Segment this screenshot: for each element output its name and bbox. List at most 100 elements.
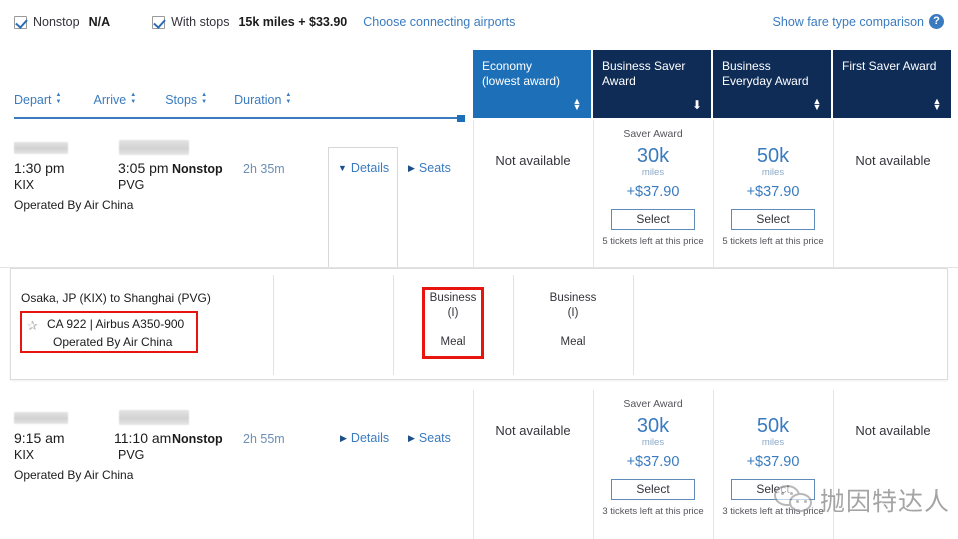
show-fare-type-comparison-link[interactable]: Show fare type comparison xyxy=(773,15,924,29)
sort-arrive-label: Arrive xyxy=(93,93,127,107)
award-cell-business-saver: 30k miles +$37.90 Select 5 tickets left … xyxy=(593,145,713,247)
sort-by-depart[interactable]: Depart xyxy=(14,92,64,107)
sort-descending-icon[interactable]: ⬇ xyxy=(692,98,702,112)
select-button[interactable]: Select xyxy=(611,209,695,230)
panel-divider xyxy=(513,275,514,375)
cabin-meal: Meal xyxy=(440,336,466,348)
sort-updown-icon xyxy=(130,92,138,106)
select-button[interactable]: Select xyxy=(611,479,695,500)
sort-by-duration[interactable]: Duration xyxy=(234,92,293,107)
column-divider xyxy=(713,120,714,268)
tickets-left-text: 5 tickets left at this price xyxy=(722,236,824,247)
details-toggle[interactable]: ▼ Details xyxy=(338,161,389,175)
seats-label: Seats xyxy=(418,431,451,445)
tickets-left-text: 5 tickets left at this price xyxy=(602,236,704,247)
award-cell-first-saver: Not available xyxy=(833,152,953,170)
nonstop-value: N/A xyxy=(88,15,111,29)
fare-type-comparison-control[interactable]: Show fare type comparison ? xyxy=(773,14,944,29)
column-divider xyxy=(593,120,594,268)
sort-updown-icon xyxy=(56,92,64,106)
sort-down-icon xyxy=(933,102,942,112)
operated-by: Operated By Air China xyxy=(14,468,134,482)
duration-value: 2h 35m xyxy=(243,162,285,176)
column-header-first-saver-award[interactable]: First Saver Award xyxy=(833,50,951,118)
column-header-line1: Business xyxy=(722,59,771,73)
arrive-airport: PVG xyxy=(118,448,145,462)
miles-amount: 30k xyxy=(636,145,670,167)
sort-down-icon xyxy=(573,102,582,112)
star-icon: ✰ xyxy=(27,318,38,333)
miles-amount: 30k xyxy=(636,415,670,437)
award-cell-economy: Not available xyxy=(473,152,593,170)
seats-toggle[interactable]: ▶ Seats xyxy=(408,161,451,175)
sort-duration-label: Duration xyxy=(234,93,282,107)
cabin-meal: Meal xyxy=(560,336,586,348)
select-button[interactable]: Select xyxy=(731,479,815,500)
tickets-left-text: 3 tickets left at this price xyxy=(722,506,824,517)
miles-unit: miles xyxy=(761,167,785,178)
column-divider xyxy=(593,390,594,539)
sort-by-arrive[interactable]: Arrive xyxy=(93,92,139,107)
sort-down-icon xyxy=(813,102,822,112)
cash-amount: +$37.90 xyxy=(626,184,680,200)
miles-unit: miles xyxy=(761,437,785,448)
cabin-code: (I) xyxy=(567,307,579,319)
nonstop-label: Nonstop xyxy=(33,15,80,29)
column-divider xyxy=(833,390,834,539)
select-button[interactable]: Select xyxy=(731,209,815,230)
column-divider xyxy=(713,390,714,539)
cabin-cell-business-everyday: Business (I) Meal xyxy=(537,291,609,350)
redacted-carrier-1 xyxy=(14,412,68,424)
watermark-text: 抛因特达人 xyxy=(819,487,950,516)
panel-route: Osaka, JP (KIX) to Shanghai (PVG) xyxy=(21,291,211,305)
details-toggle[interactable]: ▶ Details xyxy=(340,431,389,445)
cabin-code: (I) xyxy=(447,307,459,319)
cash-amount: +$37.90 xyxy=(746,184,800,200)
sort-controls-row: Depart Arrive Stops Duration xyxy=(14,92,464,119)
redacted-carrier-2 xyxy=(119,140,189,155)
award-cell-economy: Not available xyxy=(473,422,593,440)
nonstop-filter[interactable]: Nonstop N/A xyxy=(14,15,110,29)
flight-award-results-page: Nonstop N/A With stops 15k miles + $33.9… xyxy=(0,0,958,539)
column-divider xyxy=(473,390,474,539)
column-header-business-everyday-award[interactable]: Business Everyday Award xyxy=(713,50,831,118)
not-available-text: Not available xyxy=(855,423,931,438)
column-header-line1: Economy xyxy=(482,59,533,73)
panel-divider xyxy=(273,275,274,375)
withstops-filter[interactable]: With stops 15k miles + $33.90 xyxy=(152,15,347,29)
column-header-economy[interactable]: Economy (lowest award) xyxy=(473,50,591,118)
miles-amount: 50k xyxy=(756,145,790,167)
redacted-carrier-1 xyxy=(14,142,68,154)
cabin-name: Business xyxy=(549,292,597,304)
tickets-left-text: 3 tickets left at this price xyxy=(602,506,704,517)
column-divider xyxy=(473,120,474,268)
nonstop-checkbox[interactable] xyxy=(14,15,27,29)
depart-time: 9:15 am xyxy=(14,430,65,446)
award-cell-business-saver: 30k miles +$37.90 Select 3 tickets left … xyxy=(593,415,713,517)
sort-toggle-icon[interactable] xyxy=(932,96,942,112)
arrive-time: 3:05 pm xyxy=(118,160,169,176)
sort-toggle-icon[interactable] xyxy=(812,96,822,112)
chevron-right-icon: ▶ xyxy=(340,432,347,443)
details-label: Details xyxy=(350,161,390,175)
saver-award-label: Saver Award xyxy=(623,128,683,140)
flight-details-panel: Osaka, JP (KIX) to Shanghai (PVG) ✰ CA 9… xyxy=(10,268,948,380)
question-mark-icon[interactable]: ? xyxy=(929,14,944,29)
column-header-line1: Business Saver xyxy=(602,59,686,73)
sort-row-underline-cap xyxy=(457,115,465,122)
choose-connecting-airports-link[interactable]: Choose connecting airports xyxy=(363,15,515,29)
stops-value: Nonstop xyxy=(172,432,223,446)
column-header-line1: First Saver Award xyxy=(842,59,937,73)
seats-toggle[interactable]: ▶ Seats xyxy=(408,431,451,445)
details-label: Details xyxy=(350,431,390,445)
sort-toggle-icon[interactable] xyxy=(572,96,582,112)
cash-amount: +$37.90 xyxy=(746,454,800,470)
column-header-business-saver-award[interactable]: Business Saver Award ⬇ xyxy=(593,50,711,118)
withstops-checkbox[interactable] xyxy=(152,15,166,29)
column-divider xyxy=(833,120,834,268)
column-header-line2: Everyday Award xyxy=(722,74,809,88)
depart-airport: KIX xyxy=(14,178,35,192)
miles-unit: miles xyxy=(641,437,665,448)
seats-label: Seats xyxy=(418,161,451,175)
sort-by-stops[interactable]: Stops xyxy=(165,92,209,107)
